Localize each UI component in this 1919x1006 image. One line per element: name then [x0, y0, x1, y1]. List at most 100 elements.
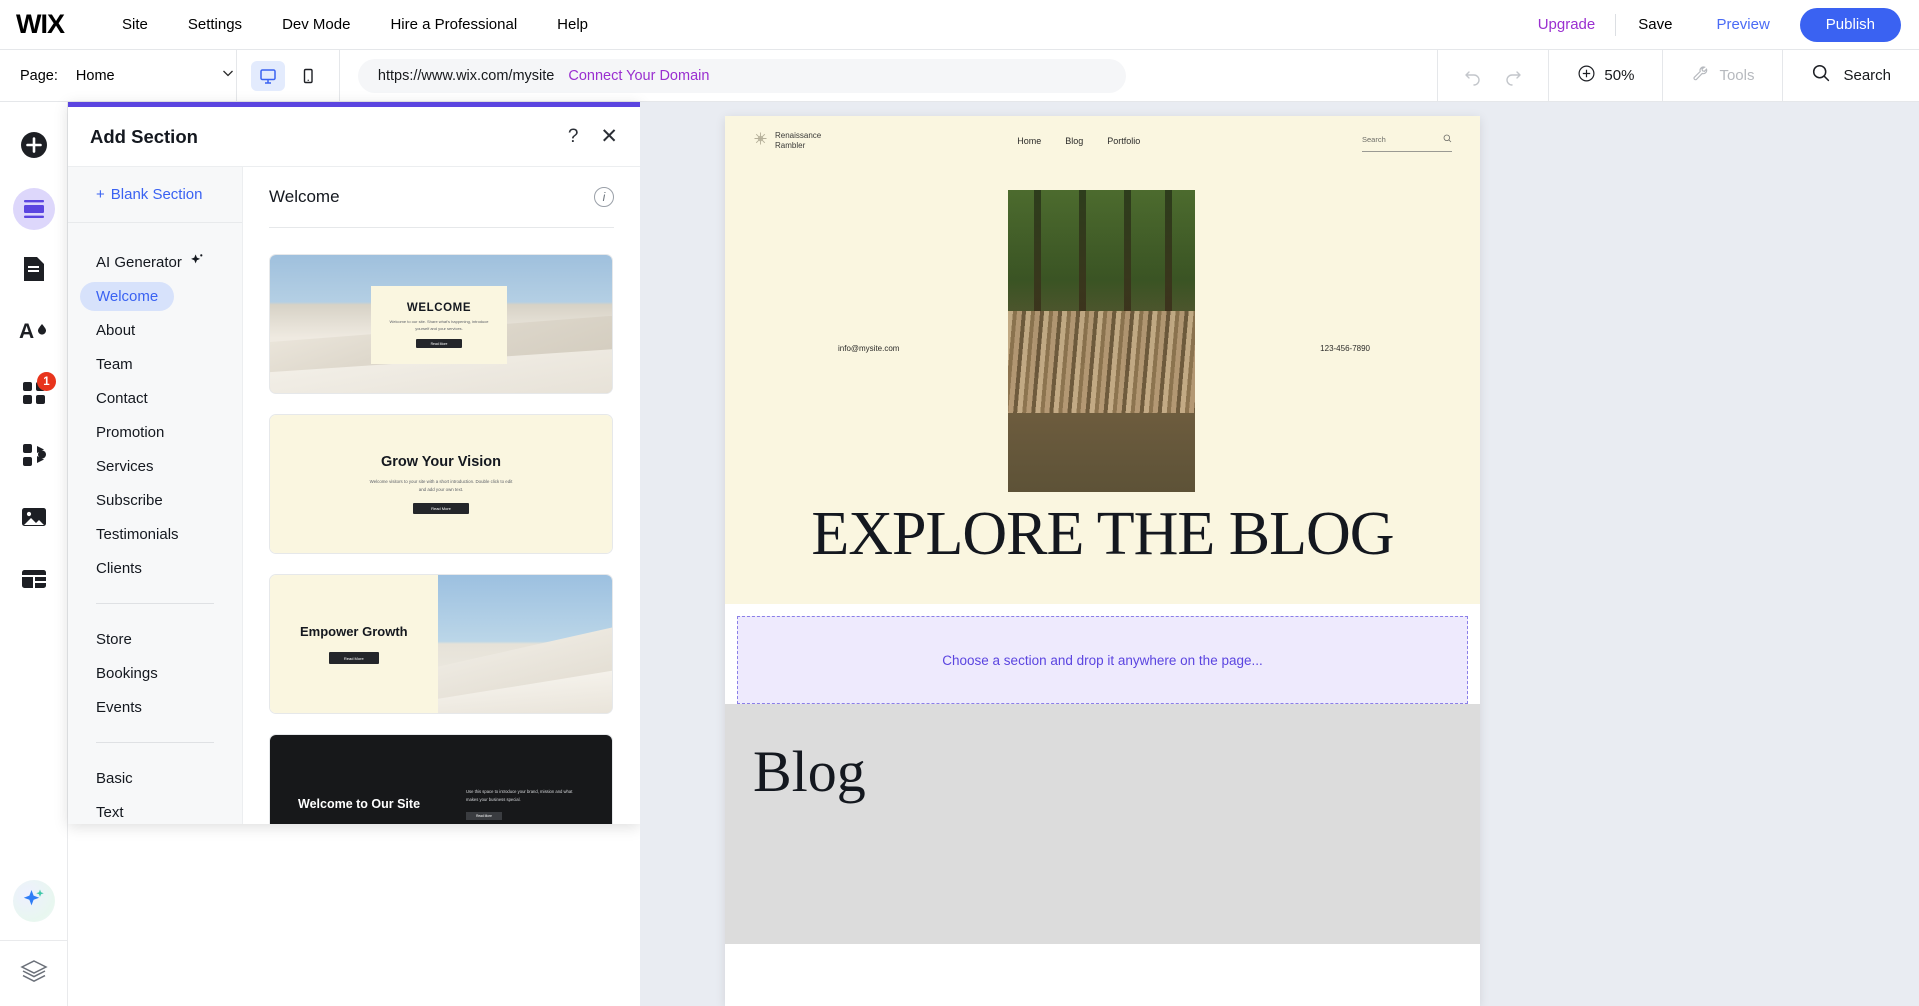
theme-icon: A: [19, 318, 49, 349]
wix-logo[interactable]: WIX: [16, 9, 64, 40]
category-promotion[interactable]: Promotion: [68, 415, 242, 449]
section-dropzone[interactable]: Choose a section and drop it anywhere on…: [737, 616, 1468, 704]
menu-item-hire-a-professional[interactable]: Hire a Professional: [370, 0, 537, 50]
category-label: Text: [96, 804, 124, 821]
undo-icon[interactable]: [1462, 65, 1484, 87]
thumbnail-preview: Welcome to Our Site Use this space to in…: [270, 735, 612, 824]
upgrade-link[interactable]: Upgrade: [1518, 16, 1616, 33]
preview-button[interactable]: Preview: [1694, 16, 1791, 33]
editor-canvas[interactable]: RenaissanceRambler Home Blog Portfolio S…: [640, 102, 1919, 1006]
publish-button[interactable]: Publish: [1800, 8, 1901, 42]
section-card-welcome-hero[interactable]: WELCOME Welcome to our site. Share what'…: [269, 254, 613, 394]
site-blog-section[interactable]: Blog: [725, 704, 1480, 944]
rail-item-add-section[interactable]: [0, 178, 68, 240]
hero-image[interactable]: [1008, 190, 1195, 492]
desktop-view-button[interactable]: [251, 61, 285, 91]
rail-item-media[interactable]: [0, 488, 68, 550]
add-section-panel: Add Section ? ✕ + Blank Section AI Gener…: [68, 102, 640, 824]
site-hero-section[interactable]: RenaissanceRambler Home Blog Portfolio S…: [725, 116, 1480, 604]
ground-area: [1008, 413, 1195, 492]
editor-toolbar: Page: Home https://www.wix.com/mysite Co…: [0, 50, 1919, 102]
help-icon[interactable]: ?: [568, 126, 579, 148]
rail-item-pages[interactable]: [0, 240, 68, 302]
top-right-actions: Upgrade Save Preview Publish: [1518, 8, 1919, 42]
site-email: info@mysite.com: [838, 344, 899, 353]
site-search-placeholder: Search: [1362, 135, 1386, 144]
category-label: Store: [96, 631, 132, 648]
category-store[interactable]: Store: [68, 622, 242, 656]
rail-item-cms[interactable]: [0, 550, 68, 612]
category-bookings[interactable]: Bookings: [68, 656, 242, 690]
category-basic[interactable]: Basic: [68, 761, 242, 795]
page-label: Page:: [20, 68, 58, 84]
tools-button[interactable]: Tools: [1663, 64, 1782, 88]
section-card-dark-welcome[interactable]: Welcome to Our Site Use this space to in…: [269, 734, 613, 824]
log-pile: [1008, 311, 1195, 414]
close-icon[interactable]: ✕: [600, 126, 618, 147]
rail-item-business-tools[interactable]: [0, 426, 68, 488]
save-button[interactable]: Save: [1616, 16, 1694, 33]
category-label: Events: [96, 699, 142, 716]
category-clients[interactable]: Clients: [68, 551, 242, 585]
redo-icon[interactable]: [1502, 65, 1524, 87]
section-card-grow-your-vision[interactable]: Grow Your Vision Welcome visitors to you…: [269, 414, 613, 554]
panel-category-nav: + Blank Section AI Generator Welcome Abo…: [68, 167, 243, 824]
thumbnail-image: [438, 575, 612, 713]
zoom-control[interactable]: 50%: [1549, 64, 1662, 88]
rail-item-apps[interactable]: 1: [0, 364, 68, 426]
page-icon: [21, 255, 47, 288]
mobile-view-button[interactable]: [291, 61, 325, 91]
toolbar-divider: [339, 50, 340, 102]
rail-item-site-design[interactable]: A: [0, 302, 68, 364]
section-list-header: Welcome i: [243, 167, 640, 227]
menu-item-site[interactable]: Site: [102, 0, 168, 50]
category-services[interactable]: Services: [68, 449, 242, 483]
thumbnail-subtitle: Welcome visitors to your site with a sho…: [366, 478, 516, 494]
info-icon[interactable]: i: [594, 187, 614, 207]
category-text[interactable]: Text: [68, 795, 242, 824]
category-events[interactable]: Events: [68, 690, 242, 724]
menu-item-help[interactable]: Help: [537, 0, 608, 50]
sparkle-icon: [190, 253, 204, 271]
site-preview-stage[interactable]: RenaissanceRambler Home Blog Portfolio S…: [725, 116, 1480, 1006]
section-category-title: Welcome: [269, 187, 340, 207]
search-button[interactable]: Search: [1783, 63, 1919, 88]
panel-body: + Blank Section AI Generator Welcome Abo…: [68, 167, 640, 824]
category-list: AI Generator Welcome About Team Contact: [68, 223, 242, 824]
thumbnail-title: WELCOME: [407, 302, 471, 314]
site-nav-home[interactable]: Home: [1017, 136, 1041, 146]
thumbnail-subtitle: Welcome to our site. Share what's happen…: [387, 319, 491, 333]
ai-assistant-button[interactable]: [13, 880, 55, 922]
site-nav-links: Home Blog Portfolio: [1017, 136, 1140, 146]
category-about[interactable]: About: [68, 313, 242, 347]
layers-button[interactable]: [0, 940, 68, 1006]
site-nav-portfolio[interactable]: Portfolio: [1107, 136, 1140, 146]
category-subscribe[interactable]: Subscribe: [68, 483, 242, 517]
category-ai-generator[interactable]: AI Generator: [68, 245, 242, 279]
category-team[interactable]: Team: [68, 347, 242, 381]
thumbnail-button: Read More: [466, 812, 502, 820]
site-logo[interactable]: RenaissanceRambler: [753, 131, 821, 151]
rail-item-add-elements[interactable]: [0, 116, 68, 178]
category-welcome[interactable]: Welcome: [68, 279, 242, 313]
thumbnail-text-box: Empower Growth Read More: [270, 575, 438, 713]
hero-heading[interactable]: EXPLORE THE BLOG: [725, 499, 1480, 570]
apps-notification-badge: 1: [37, 372, 56, 391]
section-cards: WELCOME Welcome to our site. Share what'…: [243, 228, 640, 824]
menu-item-settings[interactable]: Settings: [168, 0, 262, 50]
connect-domain-link[interactable]: Connect Your Domain: [568, 68, 709, 84]
history-controls: [1438, 50, 1548, 102]
section-card-empower-growth[interactable]: Empower Growth Read More: [269, 574, 613, 714]
menu-item-dev-mode[interactable]: Dev Mode: [262, 0, 370, 50]
image-icon: [20, 505, 48, 534]
site-search-field[interactable]: Search: [1362, 130, 1452, 152]
site-url-bar[interactable]: https://www.wix.com/mysite Connect Your …: [358, 59, 1126, 93]
blank-section-button[interactable]: + Blank Section: [68, 167, 242, 223]
category-contact[interactable]: Contact: [68, 381, 242, 415]
blog-heading[interactable]: Blog: [753, 738, 1452, 805]
zoom-in-icon: [1577, 64, 1596, 88]
dropzone-message: Choose a section and drop it anywhere on…: [942, 653, 1262, 668]
site-nav-blog[interactable]: Blog: [1065, 136, 1083, 146]
category-testimonials[interactable]: Testimonials: [68, 517, 242, 551]
page-selector[interactable]: Home: [76, 65, 236, 86]
